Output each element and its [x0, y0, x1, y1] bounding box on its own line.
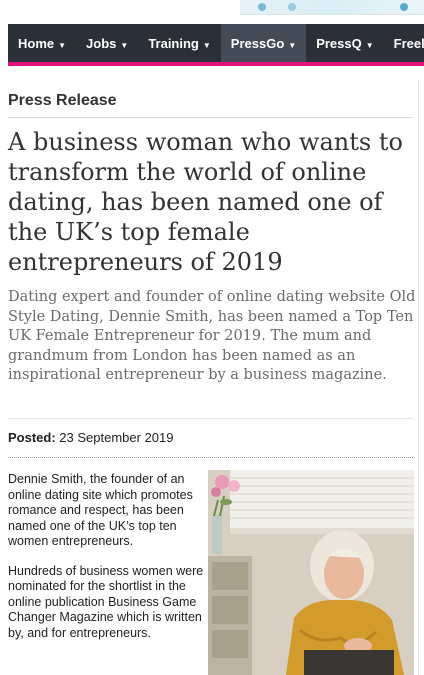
caret-down-icon: ▼: [120, 40, 129, 50]
section-label: Press Release: [8, 92, 117, 109]
article-headline: A business woman who wants to transform …: [8, 128, 403, 276]
caret-down-icon: ▼: [58, 40, 67, 50]
caret-down-icon: ▼: [202, 40, 211, 50]
top-banner-strip: [0, 0, 424, 22]
nav-item-label: Home: [18, 35, 55, 51]
nav-item-training[interactable]: Training ▼: [138, 24, 220, 62]
divider: [8, 117, 413, 118]
posted-date-value: 23 September 2019: [59, 430, 174, 445]
dotted-divider: [8, 457, 413, 458]
banner-dot-icon: [400, 3, 408, 11]
portrait-image: [208, 470, 414, 675]
banner-dot-icon: [288, 3, 296, 11]
nav-item-freelance[interactable]: Freelan: [384, 24, 424, 62]
nav-item-jobs[interactable]: Jobs ▼: [76, 24, 138, 62]
posted-date: Posted: 23 September 2019: [8, 430, 174, 445]
posted-label: Posted:: [8, 430, 56, 445]
column-divider: [418, 80, 419, 675]
divider: [8, 418, 413, 419]
nav-item-label: Freelan: [393, 35, 424, 51]
article-standfirst: Dating expert and founder of online dati…: [8, 289, 416, 383]
nav-item-label: PressQ: [316, 35, 362, 51]
article-body: Dennie Smith, the founder of an online d…: [8, 472, 206, 655]
nav-item-label: Training: [148, 35, 199, 51]
body-paragraph: Hundreds of business women were nominate…: [8, 563, 204, 640]
nav-item-pressq[interactable]: PressQ ▼: [306, 24, 383, 62]
banner-ad[interactable]: [240, 0, 424, 15]
main-nav: Home ▼ Jobs ▼ Training ▼ PressGo ▼ PressQ ▼ F…: [8, 24, 424, 66]
nav-item-pressgo[interactable]: PressGo ▼: [220, 24, 307, 62]
body-paragraph: Dennie Smith, the founder of an online d…: [8, 472, 193, 548]
caret-down-icon: ▼: [288, 40, 297, 50]
caret-down-icon: ▼: [365, 40, 374, 50]
nav-item-home[interactable]: Home ▼: [8, 24, 76, 62]
banner-dot-icon: [258, 3, 266, 11]
nav-item-label: Jobs: [86, 35, 117, 51]
article-photo[interactable]: [208, 470, 414, 675]
nav-item-label: PressGo: [230, 35, 285, 51]
